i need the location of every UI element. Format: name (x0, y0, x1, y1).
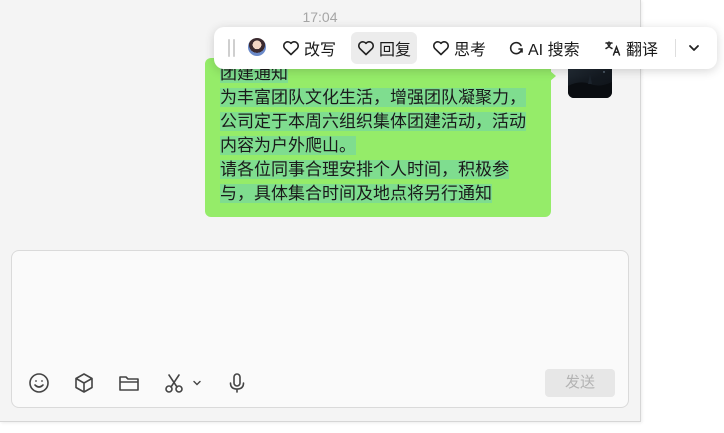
heart-icon (433, 41, 449, 56)
message-line: 与，具体集合时间及地点将另行通知 (220, 184, 492, 203)
message-line: 为丰富团队文化生活，增强团队凝聚力， (220, 88, 526, 107)
message-text[interactable]: 团建通知 为丰富团队文化生活，增强团队凝聚力， 公司定于本周六组织集体团建活动，… (220, 62, 542, 206)
scissors-icon[interactable] (162, 371, 186, 395)
bubble-tail (549, 70, 556, 82)
ai-search-label: AI 搜索 (528, 42, 580, 59)
heart-icon (283, 41, 299, 56)
text-action-toolbar: 改写 回复 思考 AI 搜索 翻译 (214, 27, 717, 69)
translate-label: 翻译 (626, 42, 659, 59)
send-button[interactable]: 发送 (545, 369, 615, 397)
translate-button[interactable]: 翻译 (598, 32, 664, 64)
think-button[interactable]: 思考 (426, 32, 492, 64)
folder-icon[interactable] (117, 371, 141, 395)
assistant-avatar-icon (248, 38, 266, 56)
more-options-button[interactable] (680, 34, 708, 62)
chevron-down-icon (689, 45, 699, 51)
message-line: 内容为户外爬山。 (220, 136, 356, 155)
drag-handle[interactable] (228, 39, 235, 57)
message-input[interactable] (11, 250, 629, 408)
rewrite-label: 改写 (304, 42, 337, 59)
think-label: 思考 (454, 42, 487, 59)
reply-button[interactable]: 回复 (351, 32, 418, 64)
emoji-icon[interactable] (27, 371, 51, 395)
ai-search-icon (509, 41, 523, 55)
reply-label: 回复 (379, 42, 412, 59)
message-line: 请各位同事合理安排个人时间，积极参 (220, 160, 509, 179)
toolbar-divider (675, 39, 676, 57)
rewrite-button[interactable]: 改写 (276, 32, 342, 64)
message-line: 公司定于本周六组织集体团建活动，活动 (220, 112, 526, 131)
cube-icon[interactable] (72, 371, 96, 395)
message-timestamp: 17:04 (302, 9, 338, 25)
microphone-icon[interactable] (225, 371, 249, 395)
heart-icon (358, 41, 374, 56)
translate-icon (605, 41, 621, 56)
ai-search-button[interactable]: AI 搜索 (502, 32, 586, 64)
chevron-down-icon[interactable] (190, 371, 204, 395)
